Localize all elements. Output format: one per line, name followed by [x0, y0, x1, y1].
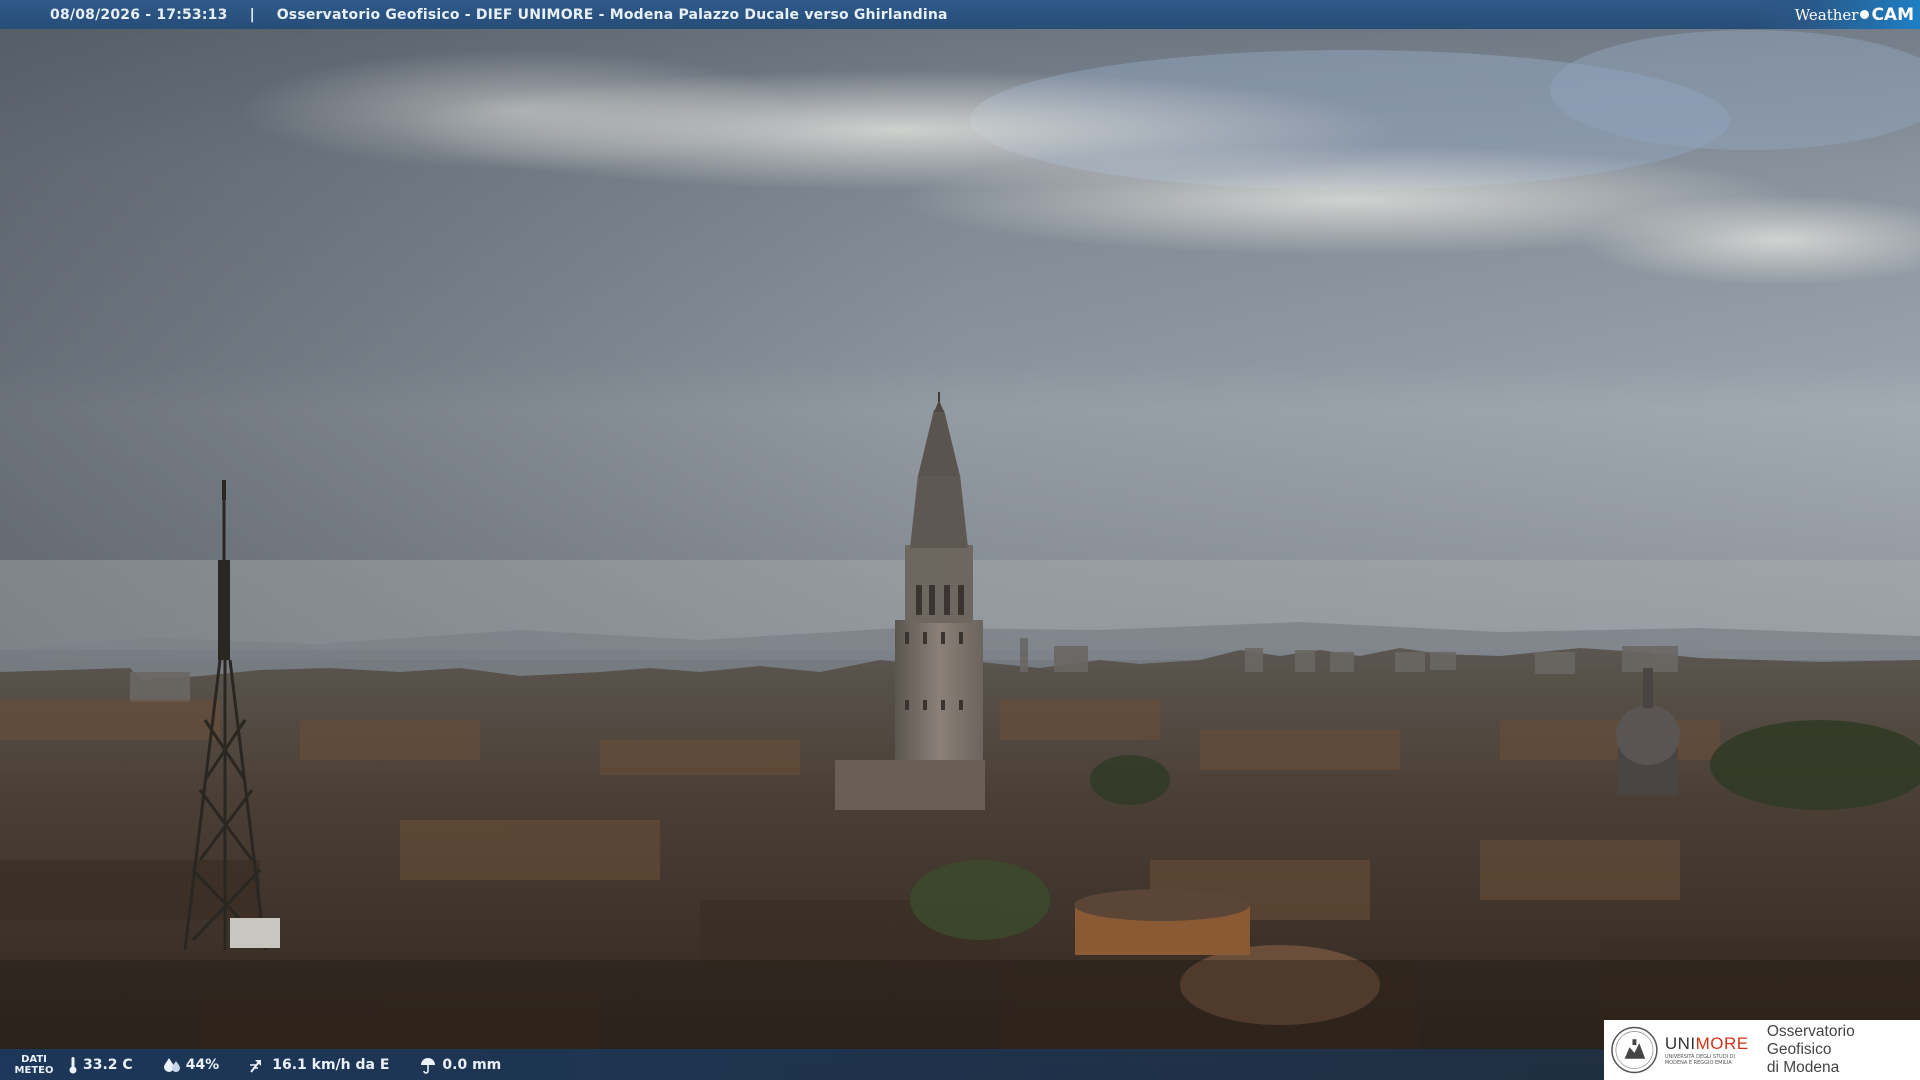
- wind-reading: 16.1 km/h da E: [249, 1056, 389, 1074]
- unimore-seal-icon: [1611, 1026, 1658, 1074]
- rain-reading: 0.0 mm: [419, 1056, 501, 1074]
- observatory-name: Osservatorio Geofisico di Modena: [1766, 1023, 1855, 1076]
- timestamp: 08/08/2026 - 17:53:13: [50, 6, 228, 23]
- camera-title: Osservatorio Geofisico - DIEF UNIMORE - …: [276, 6, 948, 23]
- wind-icon: [250, 1059, 262, 1073]
- humidity-drop-icon: [163, 1057, 180, 1072]
- unimore-subtitle: UNIVERSITÀ DEGLI STUDI DI MODENA E REGGI…: [1664, 1054, 1735, 1066]
- humidity-reading: 44%: [163, 1056, 220, 1073]
- webcam-image: [0, 0, 1920, 1080]
- brand-dot-icon: [1860, 10, 1870, 19]
- thermometer-icon: [69, 1056, 77, 1073]
- unimore-wordmark: UNIMORE UNIVERSITÀ DEGLI STUDI DI MODENA…: [1665, 1034, 1755, 1066]
- temperature-reading: 33.2 C: [68, 1056, 133, 1074]
- brand-weather: Weather: [1794, 5, 1859, 24]
- caption-bar: 08/08/2026 - 17:53:13 | Osservatorio Geo…: [0, 0, 1920, 29]
- meteo-bar: DATI METEO 33.2 C 44% 16.1 km/h da E 0.0…: [0, 1049, 1604, 1080]
- wind-value: 16.1 km/h da E: [272, 1056, 390, 1073]
- caption-separator: |: [249, 6, 255, 23]
- brand-cam: CAM: [1871, 4, 1914, 25]
- rain-value: 0.0 mm: [442, 1056, 502, 1073]
- humidity-value: 44%: [185, 1056, 220, 1073]
- meteo-label: DATI METEO: [14, 1053, 54, 1076]
- unimore-logo-block: UNIMORE UNIVERSITÀ DEGLI STUDI DI MODENA…: [1604, 1020, 1920, 1080]
- umbrella-icon: [421, 1057, 436, 1074]
- temperature-value: 33.2 C: [83, 1056, 133, 1073]
- weathercam-logo: Weather CAM: [1754, 0, 1920, 29]
